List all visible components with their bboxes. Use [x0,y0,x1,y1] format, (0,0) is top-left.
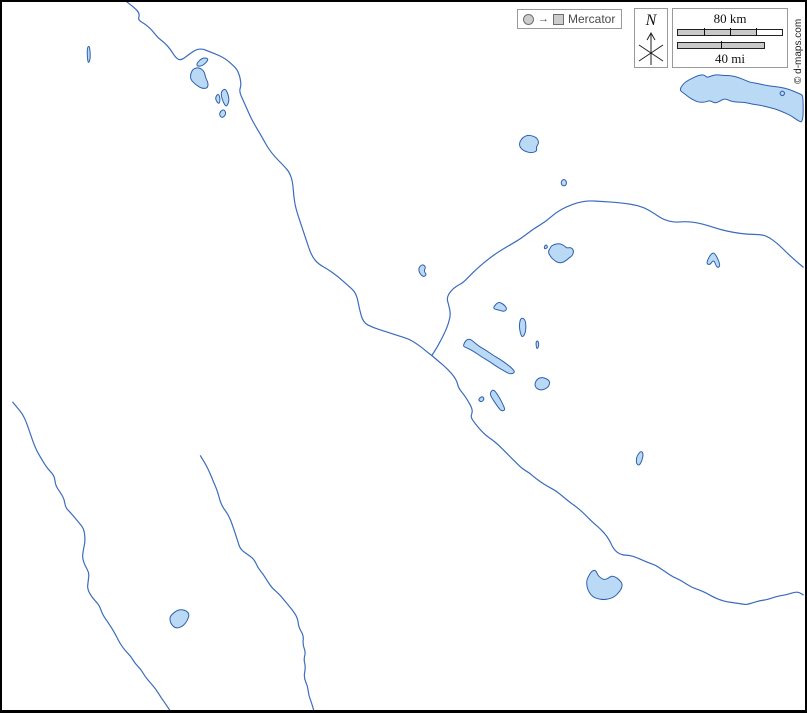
map-frame: → Mercator N 80 km 40 mi © d-maps.com [0,0,807,713]
lake-small-center [419,265,426,276]
lake-small-nw [220,110,226,117]
lake-south [587,570,622,599]
projection-arrow-icon: → [538,14,549,25]
lake-sliver-nw [87,46,90,62]
scale-mi-bar [677,42,765,49]
lake-top-center [520,135,539,152]
lake-vertical-mid [519,318,525,336]
island-northeast [780,91,784,95]
lake-small-southwest [170,610,189,628]
lake-blob-mid [535,378,549,390]
lake-triangle-nw [197,58,208,66]
compass-star-icon [636,29,666,67]
lake-comma-nw [216,94,220,103]
scale-km-label: 80 km [673,12,787,25]
lake-mid-center [549,244,574,263]
lake-small-mid1 [494,303,507,312]
scale-km-bar [677,29,783,36]
lake-tiny-circle [561,179,566,185]
lake-dot-mid [479,397,484,402]
lake-slant-nw [221,89,229,106]
river-northeast [432,201,803,356]
river-southwest [200,456,313,710]
projection-label: Mercator [568,12,615,26]
lake-chevron-east [707,253,720,267]
map-canvas [2,2,805,710]
north-indicator: N [634,8,668,68]
north-label: N [635,13,667,29]
lake-crescent-mid [490,390,504,411]
globe-circle-icon [523,14,534,25]
projection-legend: → Mercator [517,9,622,29]
scale-mi-label: 40 mi [673,52,787,65]
lake-mid-dot [544,245,547,249]
river-main-southeast [432,356,803,605]
river-northwest [127,2,432,356]
scale-bar: 80 km 40 mi [672,8,788,68]
lake-bean-east [636,452,643,465]
lake-sliver-mid [536,341,539,349]
lake-big-northeast [680,75,803,122]
lake-blob-nw [191,68,209,88]
copyright-watermark: © d-maps.com [793,19,804,84]
river-west-long [13,402,170,710]
flat-map-square-icon [553,14,564,25]
lake-long-diagonal [464,339,515,373]
